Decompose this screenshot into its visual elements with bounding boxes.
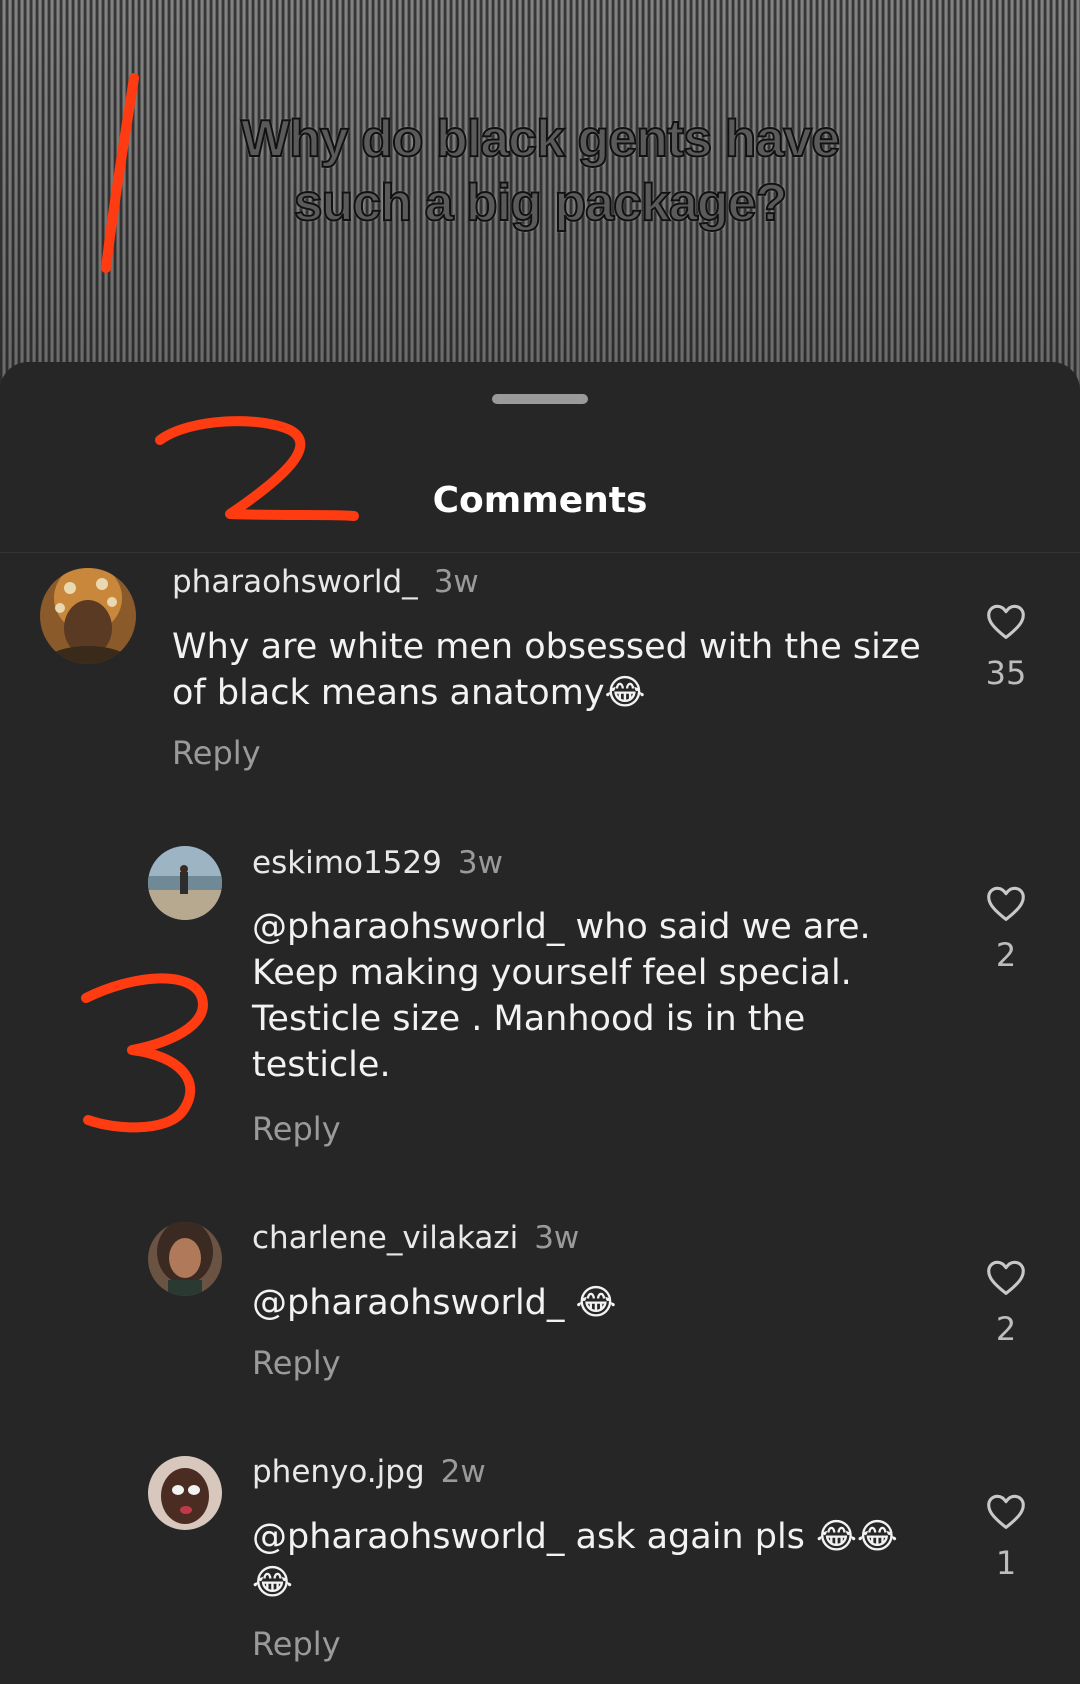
like-count: 2 xyxy=(995,1310,1017,1348)
comment-username[interactable]: pharaohsworld_ xyxy=(172,564,418,600)
comment-text: @pharaohsworld_ ask again pls 😂😂😂 xyxy=(252,1517,898,1603)
video-caption-line1: Why do black gents have xyxy=(240,109,841,169)
avatar[interactable] xyxy=(148,1222,222,1296)
comment-username[interactable]: charlene_vilakazi xyxy=(252,1220,518,1256)
reply-button[interactable]: Reply xyxy=(252,1625,341,1663)
reply-button[interactable]: Reply xyxy=(252,1344,341,1382)
heart-icon xyxy=(987,886,1025,921)
comment-username[interactable]: phenyo.jpg xyxy=(252,1454,425,1490)
header-divider xyxy=(0,552,1080,553)
comment-time: 3w xyxy=(433,564,479,600)
comment-text: @pharaohsworld_ who said we are. Keep ma… xyxy=(252,907,871,1085)
reply-button[interactable]: Reply xyxy=(252,1110,341,1148)
heart-icon xyxy=(987,1260,1025,1295)
annotation-number-2 xyxy=(155,416,359,521)
like-button[interactable]: 35 xyxy=(976,602,1036,692)
comment-text: @pharaohsworld_ 😂 xyxy=(252,1283,617,1323)
avatar[interactable] xyxy=(148,846,222,920)
comment-time: 3w xyxy=(457,845,503,881)
drag-handle[interactable] xyxy=(492,394,588,404)
comment-username-row[interactable]: charlene_vilakazi 3w xyxy=(252,1220,579,1256)
avatar[interactable] xyxy=(148,1456,222,1530)
comment-username-row[interactable]: pharaohsworld_ 3w xyxy=(172,564,479,600)
comment-username[interactable]: eskimo1529 xyxy=(252,845,442,881)
heart-icon xyxy=(987,1494,1025,1529)
comment-text: Why are white men obsessed with the size… xyxy=(172,627,921,713)
avatar[interactable] xyxy=(40,568,136,664)
like-count: 35 xyxy=(985,654,1027,692)
like-button[interactable]: 1 xyxy=(976,1492,1036,1582)
like-button[interactable]: 2 xyxy=(976,884,1036,974)
heart-icon xyxy=(987,604,1025,639)
like-count: 2 xyxy=(995,936,1017,974)
annotation-number-3 xyxy=(81,973,208,1133)
comment-time: 2w xyxy=(440,1454,486,1490)
like-count: 1 xyxy=(995,1544,1017,1582)
reply-button[interactable]: Reply xyxy=(172,734,261,772)
comment-username-row[interactable]: eskimo1529 3w xyxy=(252,845,503,881)
like-button[interactable]: 2 xyxy=(976,1258,1036,1348)
comment-username-row[interactable]: phenyo.jpg 2w xyxy=(252,1454,486,1490)
annotation-number-1 xyxy=(101,73,139,273)
comment-time: 3w xyxy=(534,1220,580,1256)
video-caption-line2: such a big package? xyxy=(293,173,789,233)
